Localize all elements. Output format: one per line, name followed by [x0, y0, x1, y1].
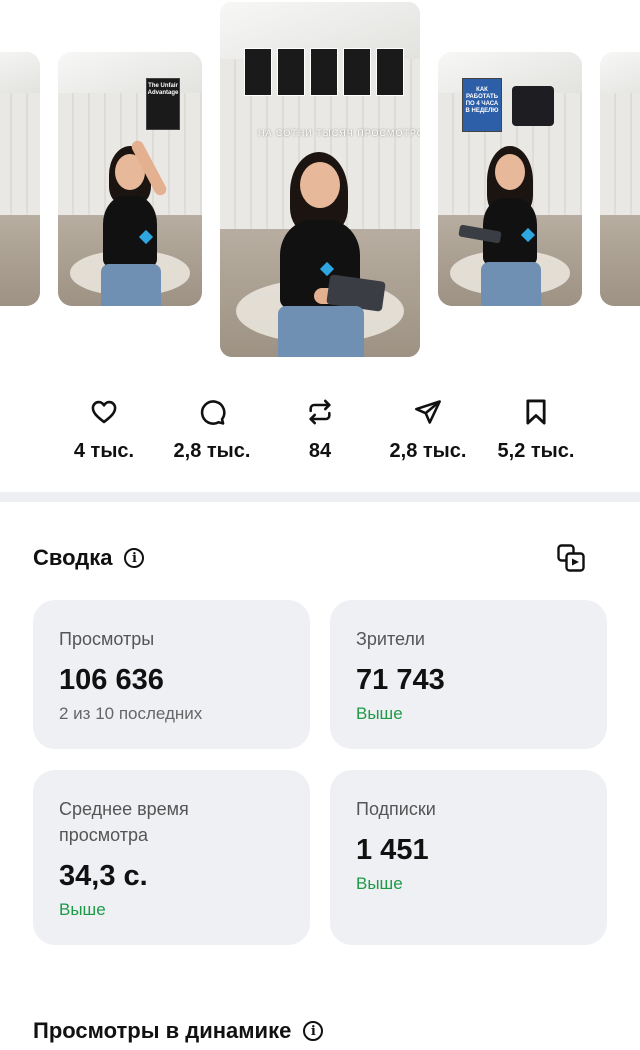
- reel-thumbnail[interactable]: The Unfair Advantage: [58, 52, 202, 306]
- dynamics-title: Просмотры в динамике: [33, 1018, 292, 1043]
- tile-value: 106 636: [59, 664, 164, 696]
- heart-icon: [91, 400, 117, 424]
- summary-heading: Сводка i: [33, 545, 145, 571]
- book-cover: The Unfair Advantage: [146, 78, 180, 130]
- comments-count: 2,8 тыс.: [173, 440, 251, 462]
- saves-count: 5,2 тыс.: [497, 440, 575, 462]
- comments-stat[interactable]: 2,8 тыс.: [152, 398, 272, 463]
- tile-value: 71 743: [356, 664, 445, 696]
- reels-carousel[interactable]: The Unfair Advantage НА СОТНИ ТЫСЯЧ ПРОС…: [0, 0, 640, 370]
- tile-label: Подписки: [356, 799, 436, 819]
- dynamics-heading: Просмотры в динамике i: [33, 1018, 324, 1044]
- viewers-tile[interactable]: Зрители 71 743 Выше: [330, 600, 607, 749]
- export-icon[interactable]: [556, 543, 586, 573]
- likes-stat[interactable]: 4 тыс.: [44, 398, 164, 463]
- reposts-stat[interactable]: 84: [260, 398, 380, 463]
- shares-stat[interactable]: 2,8 тыс.: [368, 398, 488, 463]
- send-icon: [415, 400, 441, 424]
- reel-thumbnail[interactable]: [0, 52, 40, 306]
- info-icon[interactable]: i: [303, 1021, 324, 1041]
- trend-label: Выше: [356, 874, 403, 893]
- tile-value: 34,3 с.: [59, 860, 148, 892]
- trend-label: Выше: [356, 704, 403, 723]
- tile-note: 2 из 10 последних: [59, 704, 203, 723]
- comment-icon: [200, 400, 226, 425]
- views-tile[interactable]: Просмотры 106 636 2 из 10 последних: [33, 600, 310, 749]
- trend-label: Выше: [59, 900, 106, 919]
- book-cover: КАК РАБОТАТЬ ПО 4 ЧАСА В НЕДЕЛЮ: [462, 78, 502, 132]
- reel-thumbnail[interactable]: [600, 52, 640, 306]
- shares-count: 2,8 тыс.: [389, 440, 467, 462]
- info-icon[interactable]: i: [124, 548, 145, 568]
- bookmark-icon: [526, 399, 546, 425]
- reel-thumbnail-current[interactable]: НА СОТНИ ТЫСЯЧ ПРОСМОТРОВ: [220, 2, 420, 357]
- reel-overlay-caption: НА СОТНИ ТЫСЯЧ ПРОСМОТРОВ: [258, 128, 420, 138]
- tile-label: Среднее время просмотра: [59, 799, 189, 845]
- tile-label: Зрители: [356, 629, 425, 649]
- avg-watch-time-tile[interactable]: Среднее время просмотра 34,3 с. Выше: [33, 770, 310, 945]
- engagement-row: 4 тыс. 2,8 тыс. 84 2,8 тыс. 5,2 тыс.: [0, 398, 640, 478]
- tile-label: Просмотры: [59, 629, 155, 649]
- section-divider: [0, 492, 640, 502]
- repost-icon: [309, 399, 331, 425]
- tile-value: 1 451: [356, 834, 429, 866]
- phone-screenshot: [512, 86, 554, 126]
- thumbnail-strip: [244, 48, 404, 96]
- summary-title: Сводка: [33, 545, 113, 570]
- follows-tile[interactable]: Подписки 1 451 Выше: [330, 770, 607, 945]
- reel-thumbnail[interactable]: КАК РАБОТАТЬ ПО 4 ЧАСА В НЕДЕЛЮ: [438, 52, 582, 306]
- saves-stat[interactable]: 5,2 тыс.: [476, 398, 596, 463]
- reposts-count: 84: [308, 440, 332, 462]
- likes-count: 4 тыс.: [73, 440, 135, 462]
